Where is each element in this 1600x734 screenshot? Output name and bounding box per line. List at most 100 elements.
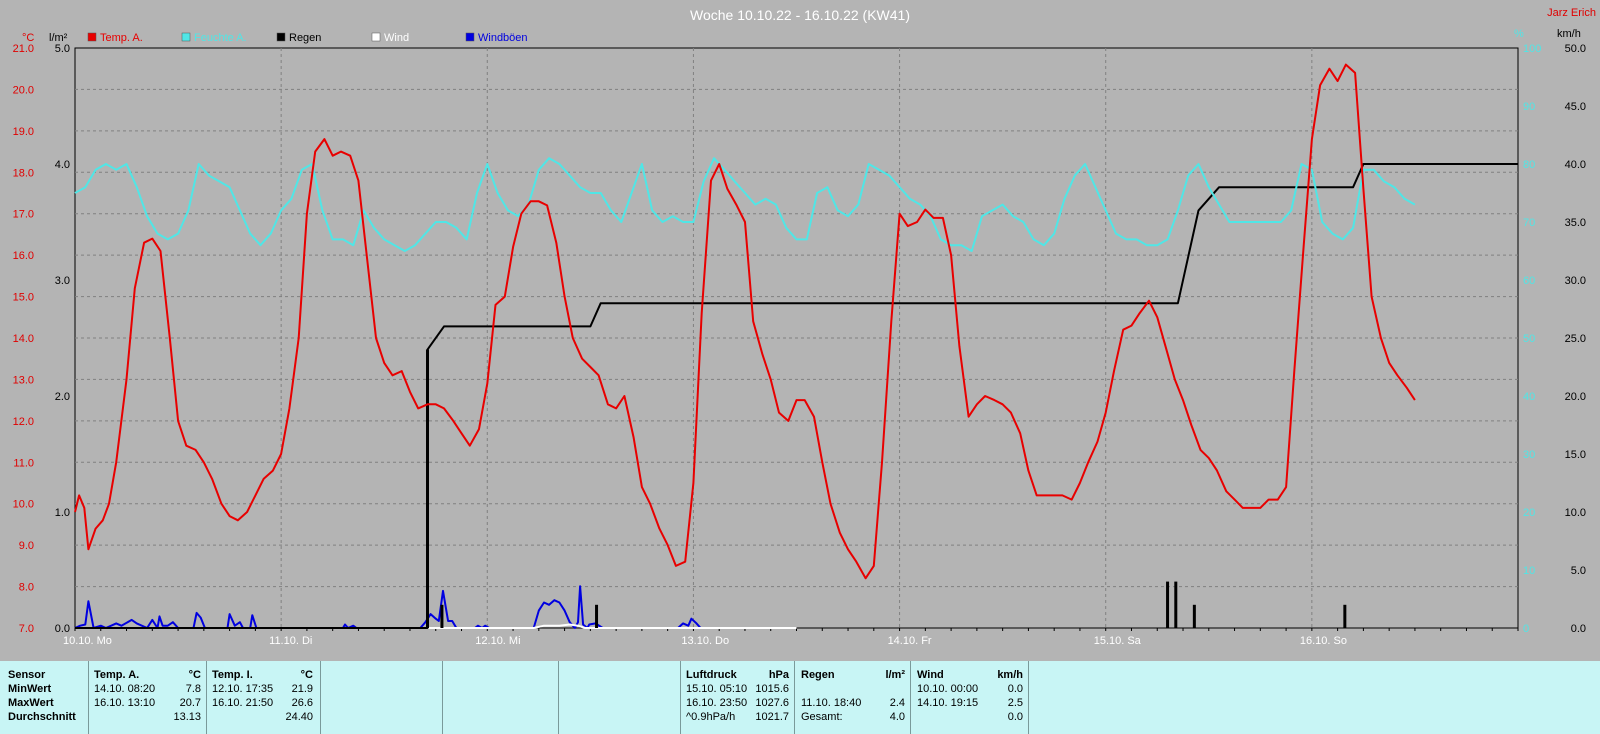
stats-panel: Sensor MinWert MaxWert Durchschnitt Temp… [0,661,1600,734]
stats-unit: °C [188,669,201,681]
rain-tick-label: 0.0 [55,623,70,635]
x-tick-label: 11.10. Di [269,635,312,647]
stats-unit: km/h [997,669,1023,681]
stats-time: 16.10. 23:50 [686,697,748,709]
temp-tick-label: 10.0 [13,499,34,511]
x-tick-label: 16.10. So [1300,635,1347,647]
temp-tick-label: 13.0 [13,374,34,386]
temp-tick-label: 21.0 [13,43,34,55]
x-tick-label: 12.10. Mi [475,635,520,647]
rain-tick-label: 3.0 [55,275,70,287]
stats-empty-col [320,661,443,734]
stats-time: 10.10. 00:00 [917,683,979,695]
legend-swatch [276,32,286,42]
stats-value: 1027.6 [755,697,789,709]
stats-unit: hPa [768,669,789,681]
temp-tick-label: 11.0 [13,457,34,469]
stats-header: Wind [917,669,944,681]
wind-tick-label: 20.0 [1565,391,1586,403]
stats-value: 7.8 [185,683,201,695]
stats-value: 0.0 [1007,683,1023,695]
stats-header: Temp. A. [94,669,140,681]
temp-tick-label: 14.0 [13,333,34,345]
wind-tick-label: 45.0 [1565,101,1586,113]
humidity-tick-label: 70 [1523,217,1535,229]
temp-tick-label: 9.0 [19,540,34,552]
humidity-tick-label: 100 [1523,43,1541,55]
x-tick-label: 10.10. Mo [63,635,112,647]
stats-row-label: Durchschnitt [8,711,76,723]
stats-row-label: MaxWert [8,697,54,709]
author-label: Jarz Erich [1547,7,1596,19]
stats-header: Luftdruck [686,669,737,681]
chart-title: Woche 10.10.22 - 16.10.22 (KW41) [690,7,910,23]
humidity-tick-label: 40 [1523,391,1535,403]
stats-value: 20.7 [179,697,201,709]
stats-time: 14.10. 19:15 [917,697,979,709]
stats-unit: °C [300,669,313,681]
stats-sensor-col: Sensor MinWert MaxWert Durchschnitt [0,661,88,734]
humidity-tick-label: 20 [1523,507,1535,519]
stats-time: 16.10. 13:10 [94,697,156,709]
x-tick-label: 15.10. Sa [1094,635,1142,647]
stats-value: 13.13 [173,711,201,723]
humidity-unit-label: % [1514,28,1524,40]
legend-label: Wind [384,32,409,44]
stats-temp-a-col: Temp. A. °C 14.10. 08:20 7.8 16.10. 13:1… [88,661,207,734]
stats-unit: l/m² [885,669,905,681]
stats-value: 1021.7 [755,711,789,723]
temp-tick-label: 18.0 [13,167,34,179]
stats-empty-col [1028,661,1600,734]
legend-swatch [87,32,97,42]
stats-wind-col: Wind km/h 10.10. 00:00 0.0 14.10. 19:15 … [910,661,1029,734]
legend-label: Regen [289,32,321,44]
rain-tick-label: 5.0 [55,43,70,55]
stats-value: 2.5 [1007,697,1023,709]
stats-time: 12.10. 17:35 [212,683,274,695]
stats-time: 16.10. 21:50 [212,697,274,709]
legend-swatch [465,32,475,42]
temp-tick-label: 16.0 [13,250,34,262]
temp-tick-label: 8.0 [19,582,34,594]
stats-time: ^0.9hPa/h [686,711,736,723]
stats-header: Temp. I. [212,669,253,681]
stats-time: Gesamt: [801,711,843,723]
temp-tick-label: 19.0 [13,126,34,138]
legend-swatch [371,32,381,42]
wind-tick-label: 5.0 [1571,565,1586,577]
rain-tick-label: 4.0 [55,159,70,171]
temp-tick-label: 7.0 [19,623,34,635]
stats-value: 1015.6 [755,683,789,695]
stats-value: 26.6 [291,697,313,709]
stats-pressure-col: Luftdruck hPa 15.10. 05:10 1015.6 16.10.… [680,661,795,734]
stats-empty-col [442,661,559,734]
rain-tick-label: 2.0 [55,391,70,403]
stats-value: 2.4 [889,697,905,709]
wind-tick-label: 25.0 [1565,333,1586,345]
stats-sensor-header: Sensor [8,669,46,681]
wind-tick-label: 30.0 [1565,275,1586,287]
legend-swatch [181,32,191,42]
wind-tick-label: 40.0 [1565,159,1586,171]
stats-time: 14.10. 08:20 [94,683,156,695]
stats-header: Regen [801,669,835,681]
temp-tick-label: 20.0 [13,84,34,96]
legend-label: Feuchte A. [194,32,247,44]
humidity-tick-label: 60 [1523,275,1535,287]
x-tick-label: 13.10. Do [681,635,729,647]
weather-chart: Woche 10.10.22 - 16.10.22 (KW41) Jarz Er… [0,0,1600,650]
rain-tick-label: 1.0 [55,507,70,519]
legend-label: Windböen [478,32,528,44]
humidity-tick-label: 50 [1523,333,1535,345]
wind-unit-label: km/h [1557,28,1581,40]
wind-tick-label: 35.0 [1565,217,1586,229]
stats-temp-i-col: Temp. I. °C 12.10. 17:35 21.9 16.10. 21:… [206,661,321,734]
x-tick-label: 14.10. Fr [888,635,932,647]
humidity-tick-label: 90 [1523,101,1535,113]
temp-tick-label: 12.0 [13,416,34,428]
stats-row-label: MinWert [8,683,52,695]
stats-value: 0.0 [1007,711,1023,723]
stats-empty-col [558,661,681,734]
humidity-tick-label: 80 [1523,159,1535,171]
temp-tick-label: 17.0 [13,209,34,221]
